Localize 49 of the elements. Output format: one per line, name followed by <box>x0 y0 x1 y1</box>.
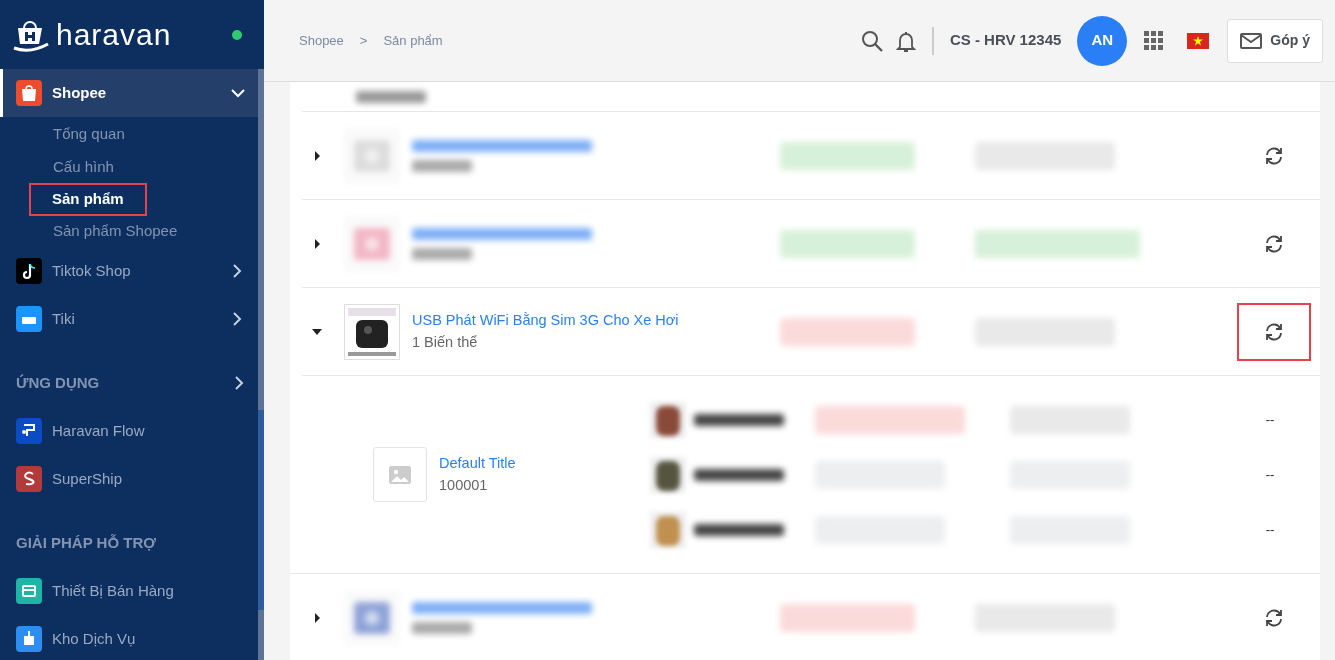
breadcrumb-separator: > <box>359 31 368 50</box>
logo-text: haravan <box>56 17 172 53</box>
variant-count: 1 Biến thể <box>412 332 479 352</box>
sync-status: -- <box>1264 465 1276 484</box>
submenu-item[interactable]: Tổng quan <box>53 117 125 150</box>
sidebar-item[interactable]: Tiki <box>0 295 258 343</box>
sidebar-item[interactable]: Haravan Flow <box>0 407 258 455</box>
search-icon[interactable] <box>859 28 884 53</box>
section-heading: GIẢI PHÁP HỖ TRỢ <box>16 532 157 553</box>
avatar[interactable]: AN <box>1077 15 1128 66</box>
blurred-text <box>412 159 472 172</box>
submenu-item[interactable]: Sản phẩm <box>31 185 145 214</box>
section-heading: ỨNG DỤNG <box>16 372 100 393</box>
shopee-icon <box>16 80 42 106</box>
sidebar-item[interactable]: Kho Dịch Vụ <box>0 615 258 660</box>
variant-title-link[interactable]: Default Title <box>439 452 516 475</box>
sidebar-item[interactable]: Thiết Bị Bán Hàng <box>0 567 258 615</box>
sync-icon <box>1264 321 1284 342</box>
breadcrumb-link[interactable]: Shopee <box>299 30 344 51</box>
sync-icon <box>1264 607 1284 628</box>
submenu-item[interactable]: Sản phẩm Shopee <box>53 214 178 247</box>
variant-sku: 100001 <box>439 475 489 495</box>
blurred-text <box>412 247 472 260</box>
feedback-button[interactable]: Góp ý <box>1227 18 1323 63</box>
blurred-text <box>412 621 472 634</box>
flow-icon <box>16 418 42 444</box>
submenu-item[interactable]: Cấu hình <box>53 150 114 183</box>
product-title-link[interactable]: USB Phát WiFi Bằng Sim 3G Cho Xe Hơi <box>412 309 780 332</box>
sidebar-item[interactable]: SuperShip <box>0 455 258 503</box>
chevron-icon[interactable] <box>232 375 246 391</box>
sync-status: -- <box>1264 410 1276 429</box>
sync-button[interactable] <box>1237 302 1311 361</box>
breadcrumb-link[interactable]: Sản phẩm <box>383 30 443 51</box>
music-note-icon <box>16 258 42 284</box>
supership-icon <box>16 466 42 492</box>
vietnam-flag-icon[interactable] <box>1187 32 1210 49</box>
package-icon <box>16 626 42 652</box>
blurred-text <box>356 90 426 103</box>
sync-icon <box>1264 145 1284 166</box>
account-name: CS - HRV 12345 <box>949 30 1062 51</box>
sidebar-item[interactable]: Tiktok Shop <box>0 247 258 295</box>
sync-status: -- <box>1264 520 1276 539</box>
tiki-icon <box>16 306 42 332</box>
mail-icon <box>1240 32 1263 49</box>
sidebar-item[interactable]: Shopee <box>0 69 258 117</box>
sync-icon <box>1264 233 1284 254</box>
store-icon <box>16 578 42 604</box>
apps-grid-icon[interactable] <box>1143 29 1166 52</box>
image-placeholder-icon <box>373 447 427 502</box>
